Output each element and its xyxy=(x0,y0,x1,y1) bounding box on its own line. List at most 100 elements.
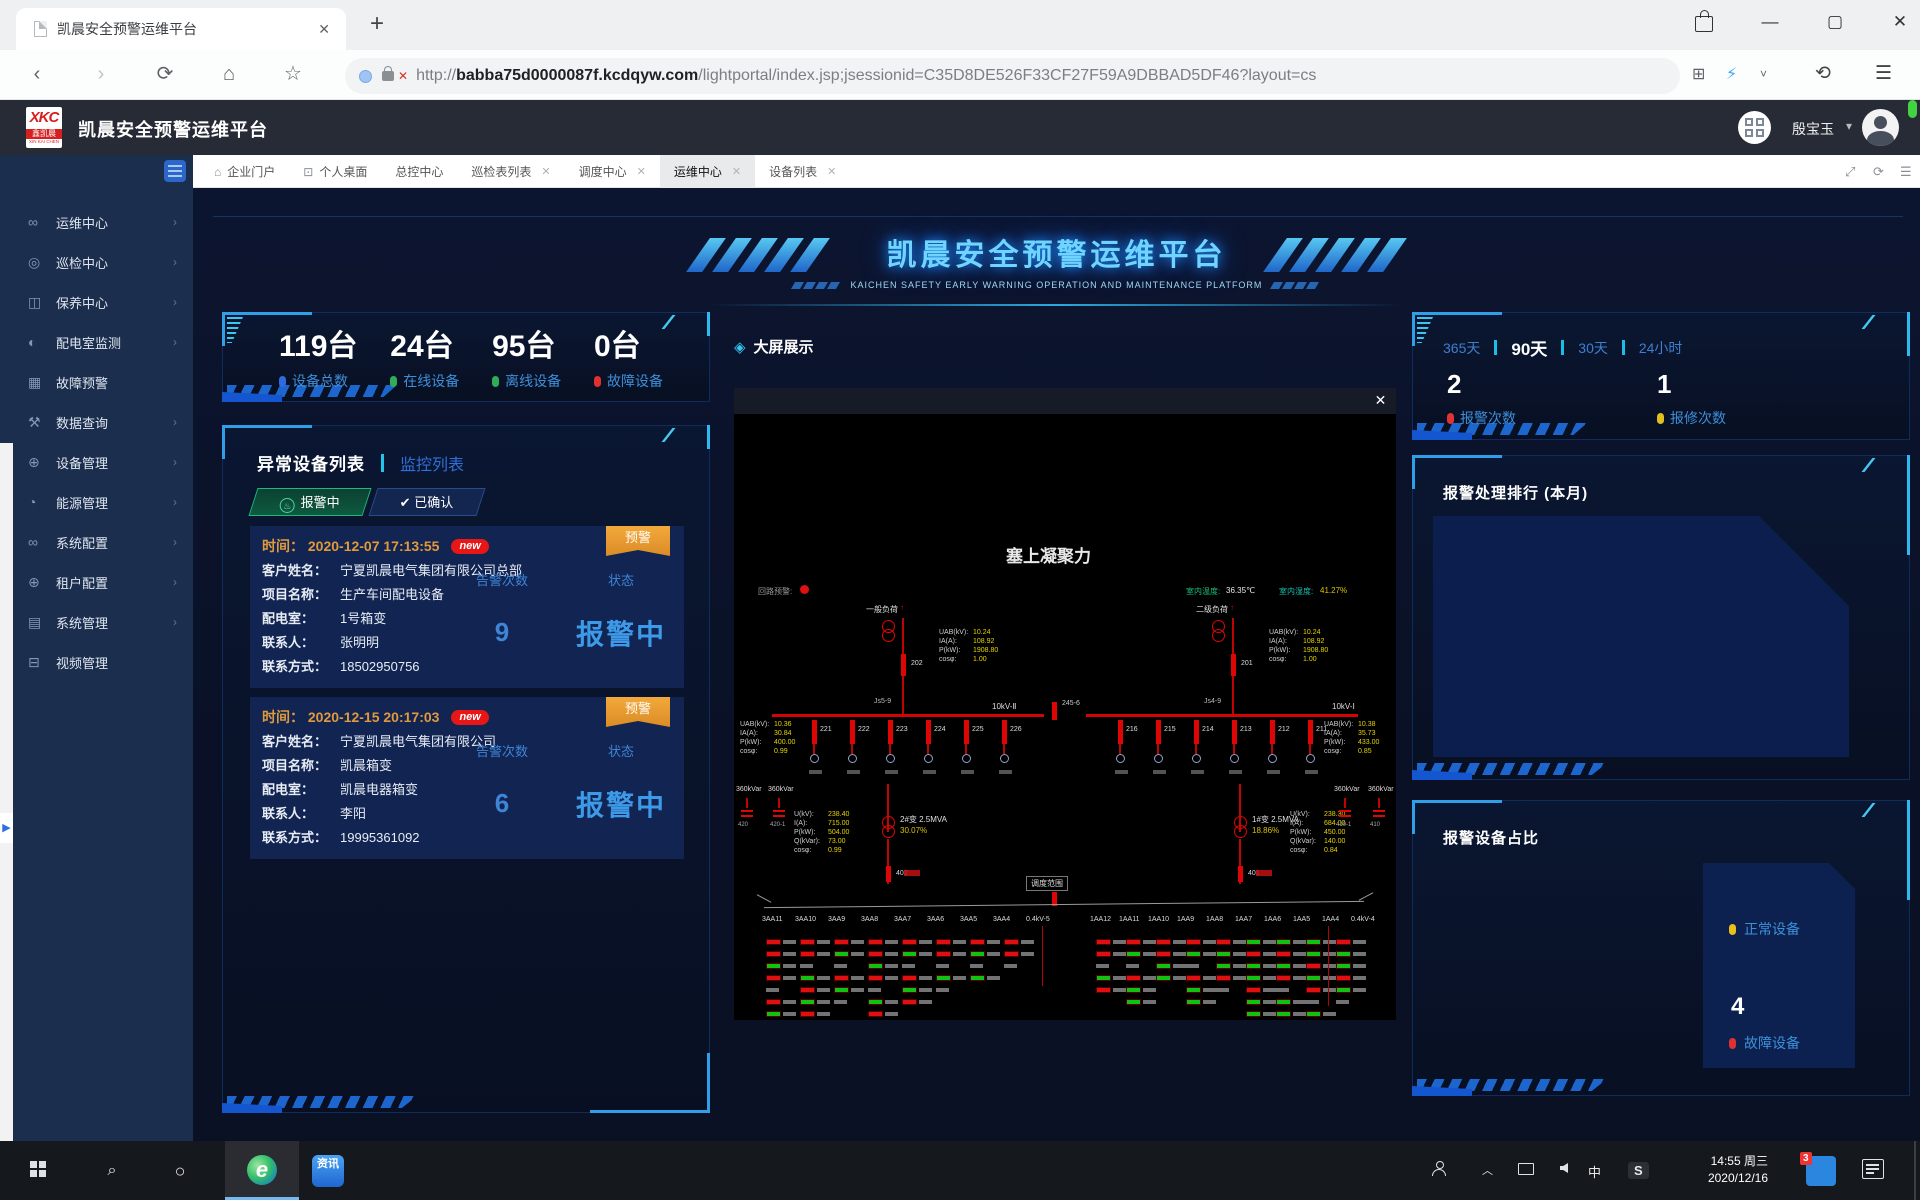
back-icon[interactable]: ‹ xyxy=(22,60,52,88)
alarm-card[interactable]: 时间： 2020-12-15 20:17:03new预警客户姓名：宁夏凯晨电气集… xyxy=(250,697,684,859)
tray-chevron-icon[interactable]: ︿ xyxy=(1482,1162,1493,1178)
app-tab-运维中心[interactable]: 运维中心✕ xyxy=(660,155,755,188)
action-center-icon[interactable] xyxy=(1862,1159,1884,1179)
reload-icon[interactable]: ⟳ xyxy=(150,60,180,88)
close-button[interactable]: ✕ xyxy=(1880,12,1920,32)
chevron-down-icon[interactable]: ˅ xyxy=(1760,67,1767,81)
tab-menu-icon[interactable]: ☰ xyxy=(1900,164,1912,180)
news-app-icon[interactable]: 资讯 xyxy=(312,1155,344,1187)
site-info-icon[interactable] xyxy=(359,70,372,83)
app-tab-个人桌面[interactable]: ⊡个人桌面 xyxy=(289,155,381,188)
period-tab-365天[interactable]: 365天 xyxy=(1443,338,1480,358)
bookmark-star-icon[interactable]: ☆ xyxy=(278,60,308,88)
forward-icon[interactable]: › xyxy=(86,60,116,88)
app-tab-企业门户[interactable]: ⌂企业门户 xyxy=(200,155,289,188)
expand-icon[interactable]: ✕ xyxy=(1373,393,1388,408)
sogou-icon[interactable]: S xyxy=(1628,1162,1649,1179)
alarm-card[interactable]: 时间： 2020-12-07 17:13:55new预警客户姓名：宁夏凯晨电气集… xyxy=(250,526,684,688)
new-tab-button[interactable]: + xyxy=(370,10,384,38)
sidebar-item-系统配置[interactable]: ∞系统配置› xyxy=(0,522,193,562)
portal-grid-icon[interactable] xyxy=(1738,111,1771,144)
section-label: 3AA6 xyxy=(927,916,944,923)
sidebar-item-巡检中心[interactable]: ◎巡检中心› xyxy=(0,242,193,282)
lightning-icon[interactable]: ⚡ xyxy=(1726,64,1737,84)
sidebar-item-配电室监测[interactable]: ◐配电室监测› xyxy=(0,322,193,362)
feeder-symbol xyxy=(1192,754,1201,763)
tab-confirmed[interactable]: ✔ 已确认 xyxy=(368,488,485,516)
network-icon[interactable] xyxy=(1518,1163,1534,1175)
feeder-id: 221 xyxy=(820,726,832,733)
fullscreen-icon[interactable]: ⤢ xyxy=(1845,164,1855,180)
period-tab-24小时[interactable]: 24小时 xyxy=(1639,338,1683,358)
stat-label: 故障设备 xyxy=(594,371,663,391)
app-tab-巡检表列表[interactable]: 巡检表列表✕ xyxy=(457,155,564,188)
tab-close-icon[interactable]: ✕ xyxy=(541,165,550,178)
address-bar[interactable]: ✕ http://babba75d0000087f.kcdqyw.com/lig… xyxy=(345,58,1680,94)
sidebar-item-租户配置[interactable]: ⊕租户配置› xyxy=(0,562,193,602)
minimize-button[interactable]: — xyxy=(1750,12,1790,32)
people-icon[interactable] xyxy=(1432,1161,1446,1175)
period-tab-90天[interactable]: 90天 xyxy=(1511,335,1547,360)
diagram-title: 塞上凝聚力 xyxy=(1006,542,1091,567)
extensions-grid-icon[interactable]: ⊞ xyxy=(1692,64,1705,84)
tab-close-icon[interactable]: ✕ xyxy=(312,21,336,38)
tab-close-icon[interactable]: ✕ xyxy=(637,165,646,178)
edge-app-tile[interactable]: e xyxy=(225,1141,299,1200)
sidebar-item-视频管理[interactable]: ⊟视频管理 xyxy=(0,642,193,682)
tab-alarming[interactable]: ♨报警中 xyxy=(248,488,371,516)
app-tab-调度中心[interactable]: 调度中心✕ xyxy=(565,155,660,188)
bus-measurements-left: UAB(kV):10.36IA(A):30.84P(kW):400.00cosφ… xyxy=(740,720,795,756)
sidebar-item-故障预警[interactable]: ▦故障预警 xyxy=(0,362,193,402)
sidebar-toggle-icon[interactable] xyxy=(164,160,186,182)
bigscreen-canvas[interactable]: ✕ 塞上凝聚力回路预警:室内温度:36.35℃室内湿度:41.27%一般负荷 ↑… xyxy=(734,388,1396,1020)
status-column-right xyxy=(1126,932,1156,1004)
cortana-icon[interactable]: ○ xyxy=(164,1155,196,1187)
sidebar-item-保养中心[interactable]: ◫保养中心› xyxy=(0,282,193,322)
app-tab-设备列表[interactable]: 设备列表✕ xyxy=(755,155,850,188)
search-icon[interactable]: ⌕ xyxy=(96,1155,128,1187)
feeder-line xyxy=(851,744,853,754)
tab-abnormal-devices[interactable]: 异常设备列表 xyxy=(257,450,365,475)
sidebar-item-系统管理[interactable]: ▤系统管理› xyxy=(0,602,193,642)
apps-bag-icon[interactable] xyxy=(1695,16,1713,32)
maximize-button[interactable]: ▢ xyxy=(1815,12,1855,32)
sidebar-item-数据查询[interactable]: ⚒数据查询› xyxy=(0,402,193,442)
avatar[interactable] xyxy=(1862,109,1899,146)
feeder-id: 212 xyxy=(1278,726,1290,733)
field-label: 项目名称： xyxy=(262,586,340,604)
feeder-id: 225 xyxy=(972,726,984,733)
reload-ccw-icon[interactable]: ⟲ xyxy=(1815,62,1831,85)
start-button[interactable] xyxy=(22,1155,54,1187)
ratio-legend-card: 正常设备 4 故障设备 xyxy=(1703,863,1855,1068)
sidebar-item-运维中心[interactable]: ∞运维中心› xyxy=(0,202,193,242)
browser-tab[interactable]: 凯晨安全预警运维平台 ✕ xyxy=(16,8,346,50)
sidebar-item-能源管理[interactable]: ◔能源管理› xyxy=(0,482,193,522)
ranking-chart-area xyxy=(1433,516,1849,757)
sidebar-item-设备管理[interactable]: ⊕设备管理› xyxy=(0,442,193,482)
ime-indicator[interactable]: 中 xyxy=(1588,1162,1601,1181)
tab-monitor-list[interactable]: 监控列表 xyxy=(400,451,464,475)
period-tab-30天[interactable]: 30天 xyxy=(1578,338,1608,358)
period-separator xyxy=(1622,340,1625,355)
tab-close-icon[interactable]: ✕ xyxy=(732,165,741,178)
show-desktop-button[interactable] xyxy=(1914,1141,1916,1200)
feeder-line xyxy=(1157,744,1159,754)
message-tray-icon[interactable]: 3 xyxy=(1806,1156,1836,1186)
volume-icon[interactable] xyxy=(1560,1163,1568,1173)
feeder-line xyxy=(927,744,929,754)
user-name[interactable]: 殷宝玉 xyxy=(1792,119,1834,139)
browser-menu-icon[interactable]: ☰ xyxy=(1875,62,1892,85)
clock[interactable]: 14:55 周三 2020/12/16 xyxy=(1668,1153,1768,1187)
refresh-tab-icon[interactable]: ⟳ xyxy=(1873,164,1884,180)
url-text[interactable]: http://babba75d0000087f.kcdqyw.com/light… xyxy=(416,67,1316,85)
feeder-symbol xyxy=(1306,754,1315,763)
feeder-tag xyxy=(1153,770,1166,774)
tab-close-icon[interactable]: ✕ xyxy=(827,165,836,178)
app-tab-总控中心[interactable]: 总控中心 xyxy=(381,155,457,188)
user-caret-icon[interactable]: ▾ xyxy=(1846,119,1852,133)
bus-tie-id: 245-6 xyxy=(1062,700,1080,707)
load-label: 二级负荷 xyxy=(1196,604,1228,615)
sidebar-expand-handle[interactable]: ▶ xyxy=(0,813,13,843)
home-icon[interactable]: ⌂ xyxy=(214,60,244,88)
feeder-breaker xyxy=(964,720,969,744)
